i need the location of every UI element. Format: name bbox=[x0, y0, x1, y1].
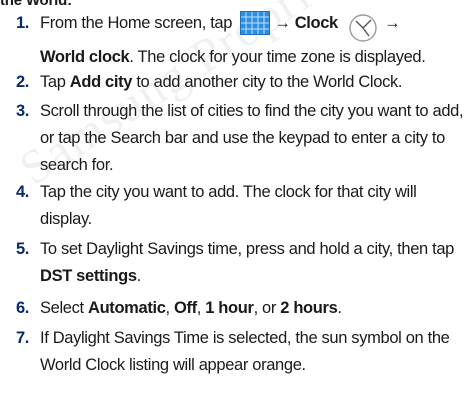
step-2: 2. Tap Add city to add another city to t… bbox=[0, 69, 470, 96]
step-number: 5. bbox=[15, 240, 29, 258]
step-number: 7. bbox=[15, 329, 29, 347]
step-number: 4. bbox=[15, 183, 29, 201]
clock-icon bbox=[346, 13, 380, 44]
step-number: 1. bbox=[15, 14, 29, 32]
step-1: 1. From the Home screen, tap → Clock → W… bbox=[0, 10, 470, 67]
step-4: 4. Tap the city you want to add. The clo… bbox=[0, 179, 470, 236]
manual-page: Samsung Proprietary the World: 1. From t… bbox=[0, 0, 473, 400]
steps-list: 1. From the Home screen, tap → Clock → W… bbox=[0, 10, 470, 379]
step-3: 3. Scroll through the list of cities to … bbox=[0, 98, 470, 179]
section-intro: the World: bbox=[0, 0, 72, 9]
step-5: 5. To set Daylight Savings time, press a… bbox=[0, 236, 470, 293]
step-number: 2. bbox=[15, 73, 29, 91]
step-7: 7. If Daylight Savings Time is selected,… bbox=[0, 325, 470, 379]
step-number: 3. bbox=[15, 102, 29, 120]
apps-grid-icon bbox=[240, 11, 271, 44]
step-number: 6. bbox=[15, 299, 29, 317]
step-6: 6. Select Automatic, Off, 1 hour, or 2 h… bbox=[0, 295, 470, 322]
